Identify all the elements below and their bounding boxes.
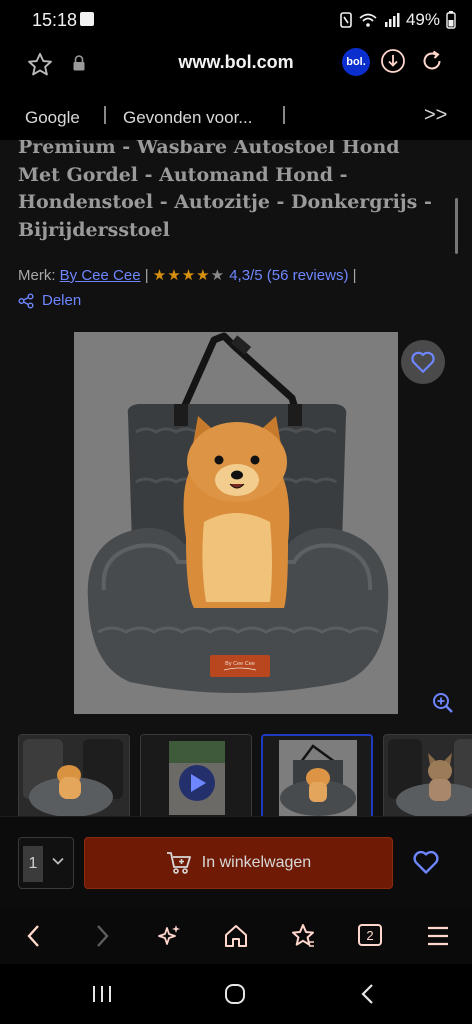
thumbnail-product-selected[interactable] xyxy=(261,734,373,816)
quantity-select[interactable]: 1 xyxy=(18,837,74,889)
site-badge[interactable]: bol. xyxy=(342,48,370,76)
system-home-icon[interactable] xyxy=(223,982,247,1006)
bookmarks-more-button[interactable]: >> xyxy=(424,104,447,127)
add-to-cart-bar: 1 In winkelwagen xyxy=(0,816,472,908)
rating-link[interactable]: 4,3/5 (56 reviews) xyxy=(229,267,348,284)
thumbnail-french-bulldog[interactable] xyxy=(383,734,472,816)
stars-filled: ★★★★ xyxy=(152,267,211,284)
status-time: 15:18 xyxy=(32,10,78,30)
status-icons: 49% xyxy=(340,10,456,30)
brand-separator: | xyxy=(144,267,149,284)
wifi-icon xyxy=(359,13,377,27)
nfc-icon xyxy=(340,12,352,28)
download-icon[interactable] xyxy=(380,48,406,74)
page-content: Premium - Wasbare Autostoel Hond Met Gor… xyxy=(0,140,472,816)
chevron-down-icon xyxy=(52,857,64,865)
bookmarks-star-icon[interactable] xyxy=(290,922,316,950)
product-image[interactable]: By Cee Cee xyxy=(74,332,398,714)
heart-icon xyxy=(411,351,435,373)
thumbnail-video[interactable] xyxy=(140,734,252,816)
dog-car-seat-illustration: By Cee Cee xyxy=(74,332,398,714)
product-image-label: By Cee Cee xyxy=(225,661,255,667)
brand-label: Merk: xyxy=(18,267,56,284)
thumbnail-bulldog-image xyxy=(384,735,472,816)
thumbnail-car-seat[interactable] xyxy=(18,734,130,816)
favorite-button[interactable] xyxy=(401,340,445,384)
rating-stars[interactable]: ★★★★★ xyxy=(153,267,225,284)
share-label: Delen xyxy=(42,292,82,309)
home-icon[interactable] xyxy=(223,922,249,950)
browser-nav-bar: 2 xyxy=(0,908,472,964)
url-bar: www.bol.com bol. xyxy=(0,40,472,92)
brand-link[interactable]: By Cee Cee xyxy=(60,267,141,284)
add-to-cart-label: In winkelwagen xyxy=(201,854,312,871)
rating-separator: | xyxy=(352,267,357,284)
status-bar: 15:18 49% xyxy=(0,0,472,40)
signal-icon xyxy=(384,13,400,27)
recent-apps-icon[interactable] xyxy=(90,982,114,1006)
bookmark-divider xyxy=(283,106,285,124)
menu-icon[interactable] xyxy=(426,922,450,950)
add-to-cart-button[interactable]: In winkelwagen xyxy=(84,837,393,889)
bookmark-google[interactable]: Google xyxy=(25,108,80,128)
back-icon[interactable] xyxy=(22,922,46,950)
tabs-count: 2 xyxy=(366,927,374,943)
wishlist-heart-icon[interactable] xyxy=(412,849,440,875)
tabs-button[interactable]: 2 xyxy=(358,924,382,946)
scrollbar[interactable] xyxy=(455,198,458,254)
bookmark-divider xyxy=(104,106,106,124)
forward-icon[interactable] xyxy=(90,922,114,950)
bookmark-gevonden[interactable]: Gevonden voor... xyxy=(123,108,252,128)
system-nav-bar xyxy=(0,964,472,1024)
ai-sparkle-icon[interactable] xyxy=(156,922,182,950)
star-partial: ★ xyxy=(210,267,226,284)
cart-icon xyxy=(166,852,191,874)
share-icon xyxy=(18,293,34,308)
thumbnail-product-image xyxy=(263,736,371,816)
notification-check-icon xyxy=(80,12,94,26)
quantity-value: 1 xyxy=(23,846,43,882)
brand-rating-row: Merk: By Cee Cee | ★★★★★ 4,3/5 (56 revie… xyxy=(18,266,357,284)
battery-percentage: 49% xyxy=(405,10,440,29)
share-button[interactable]: Delen xyxy=(18,292,81,309)
thumbnail-video-image xyxy=(141,735,251,816)
bookmarks-bar: Google Gevonden voor... >> xyxy=(0,96,472,140)
system-back-icon[interactable] xyxy=(358,982,378,1006)
zoom-in-icon[interactable] xyxy=(432,692,454,714)
reload-icon[interactable] xyxy=(419,48,445,74)
thumbnail-car-seat-image xyxy=(19,735,129,816)
battery-icon xyxy=(446,11,456,29)
product-title: Premium - Wasbare Autostoel Hond Met Gor… xyxy=(18,140,432,241)
